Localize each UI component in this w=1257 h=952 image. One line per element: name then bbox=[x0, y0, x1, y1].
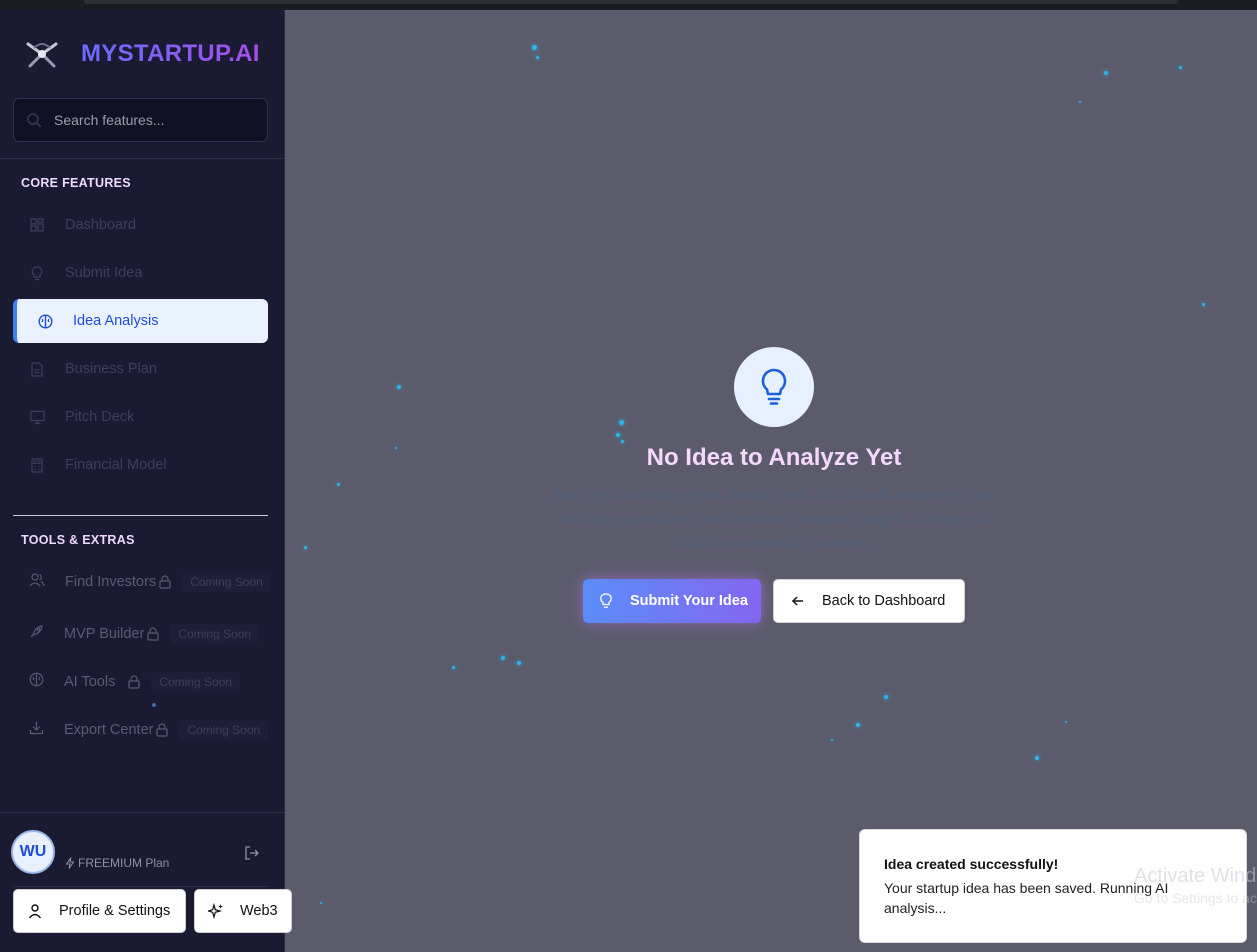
submit-idea-button[interactable]: Submit Your Idea bbox=[583, 579, 761, 623]
profile-settings-button[interactable]: Profile & Settings bbox=[13, 889, 186, 933]
lightbulb-icon bbox=[600, 593, 612, 608]
sidebar-item-label: Export Center bbox=[64, 722, 154, 738]
document-icon bbox=[29, 361, 45, 377]
sidebar-item-label: Idea Analysis bbox=[73, 313, 159, 329]
particle bbox=[1179, 66, 1182, 69]
brain-icon bbox=[37, 313, 53, 329]
search-box[interactable] bbox=[13, 98, 268, 142]
particle bbox=[395, 447, 397, 449]
lightbulb-icon bbox=[761, 368, 787, 405]
watermark-line2: Go to Settings to activate Windows. bbox=[1134, 890, 1257, 906]
watermark-line1: Activate Windows bbox=[1134, 865, 1257, 887]
lock-icon bbox=[147, 627, 159, 641]
sparkles-icon bbox=[208, 903, 223, 919]
particle bbox=[517, 661, 521, 665]
lock-icon bbox=[159, 575, 171, 589]
particle bbox=[452, 666, 455, 669]
sidebar-item-submit-idea[interactable]: Submit Idea bbox=[13, 251, 268, 295]
coming-soon-badge: Coming Soon bbox=[182, 572, 271, 592]
window-top-bar bbox=[0, 0, 1257, 10]
particle bbox=[397, 385, 401, 389]
empty-state-description: Start by submitting your startup idea. O… bbox=[552, 487, 996, 552]
section-title-core: CORE FEATURES bbox=[21, 176, 131, 190]
particle bbox=[1065, 721, 1067, 723]
sidebar-item-financial-model[interactable]: Financial Model bbox=[13, 443, 268, 487]
back-to-dashboard-label: Back to Dashboard bbox=[822, 593, 946, 609]
particle bbox=[320, 902, 322, 904]
arrow-left-icon bbox=[791, 596, 803, 606]
rocket-icon bbox=[29, 624, 44, 644]
brand-logo-icon bbox=[20, 34, 64, 74]
coming-soon-badge: Coming Soon bbox=[170, 624, 260, 644]
hero-icon-circle bbox=[734, 347, 814, 427]
web3-button[interactable]: Web3 bbox=[194, 889, 292, 933]
dashboard-icon bbox=[29, 217, 45, 233]
lock-icon bbox=[128, 675, 140, 689]
back-to-dashboard-button[interactable]: Back to Dashboard bbox=[773, 579, 965, 623]
user-icon bbox=[28, 904, 42, 919]
sidebar-item-ai-tools[interactable]: AI Tools Coming Soon bbox=[13, 660, 278, 704]
particle bbox=[619, 420, 624, 425]
calculator-icon bbox=[29, 457, 45, 473]
submit-idea-label: Submit Your Idea bbox=[630, 593, 748, 609]
search-icon bbox=[27, 113, 42, 128]
sidebar-item-label: Pitch Deck bbox=[65, 409, 135, 425]
particle bbox=[1202, 303, 1205, 306]
plan-label: FREEMIUM Plan bbox=[78, 856, 170, 870]
lock-icon bbox=[156, 723, 169, 737]
brain-icon bbox=[29, 672, 44, 692]
sidebar-item-export-center[interactable]: Export Center Coming Soon bbox=[13, 708, 278, 752]
presentation-icon bbox=[29, 409, 45, 425]
logout-icon[interactable] bbox=[244, 845, 260, 861]
brand-name: MYSTARTUP.AI bbox=[81, 40, 260, 67]
sidebar-item-label: Financial Model bbox=[65, 457, 167, 473]
sidebar-item-pitch-deck[interactable]: Pitch Deck bbox=[13, 395, 268, 439]
particle bbox=[152, 703, 156, 707]
sidebar-item-label: Find Investors bbox=[65, 574, 157, 590]
plan-badge: FREEMIUM Plan bbox=[65, 856, 169, 870]
sidebar-item-business-plan[interactable]: Business Plan bbox=[13, 347, 268, 391]
divider bbox=[0, 158, 285, 159]
web3-label: Web3 bbox=[240, 903, 278, 919]
particle bbox=[621, 440, 624, 443]
avatar[interactable]: WU bbox=[11, 830, 55, 874]
particle bbox=[337, 483, 340, 486]
particle bbox=[616, 433, 620, 437]
coming-soon-badge: Coming Soon bbox=[151, 672, 241, 692]
activation-watermark: Activate Windows Go to Settings to activ… bbox=[1134, 865, 1257, 906]
particle bbox=[884, 695, 888, 699]
sidebar-item-find-investors[interactable]: Find Investors Coming Soon bbox=[13, 560, 278, 604]
section-divider bbox=[13, 515, 268, 516]
search-input[interactable] bbox=[54, 112, 254, 128]
brand[interactable]: MYSTARTUP.AI bbox=[20, 32, 260, 76]
divider bbox=[13, 886, 268, 887]
sidebar-item-idea-analysis[interactable]: Idea Analysis bbox=[13, 299, 268, 343]
particle bbox=[831, 739, 833, 741]
particle bbox=[304, 546, 307, 549]
download-icon bbox=[29, 720, 44, 740]
section-title-tools: TOOLS & EXTRAS bbox=[21, 533, 135, 547]
coming-soon-badge: Coming Soon bbox=[179, 720, 269, 740]
particle bbox=[1035, 756, 1039, 760]
profile-settings-label: Profile & Settings bbox=[59, 903, 171, 919]
particle bbox=[1104, 71, 1108, 75]
lightbulb-icon bbox=[29, 265, 45, 281]
sidebar-item-dashboard[interactable]: Dashboard bbox=[13, 203, 268, 247]
sidebar-item-label: Submit Idea bbox=[65, 265, 143, 281]
particle bbox=[856, 723, 860, 727]
empty-state-title: No Idea to Analyze Yet bbox=[646, 444, 902, 471]
users-icon bbox=[29, 572, 45, 592]
browser-strip bbox=[84, 0, 1178, 4]
sidebar-item-label: Business Plan bbox=[65, 361, 157, 377]
sidebar-item-label: Dashboard bbox=[65, 217, 136, 233]
particle bbox=[532, 45, 537, 50]
sidebar-item-label: AI Tools bbox=[64, 674, 116, 690]
particle bbox=[1079, 101, 1081, 103]
particle bbox=[536, 56, 539, 59]
bolt-icon bbox=[65, 857, 75, 869]
particle bbox=[501, 656, 505, 660]
sidebar: MYSTARTUP.AI CORE FEATURES Dashboard Sub… bbox=[0, 10, 292, 952]
sidebar-item-mvp-builder[interactable]: MVP Builder Coming Soon bbox=[13, 612, 278, 656]
sidebar-item-label: MVP Builder bbox=[64, 626, 145, 642]
